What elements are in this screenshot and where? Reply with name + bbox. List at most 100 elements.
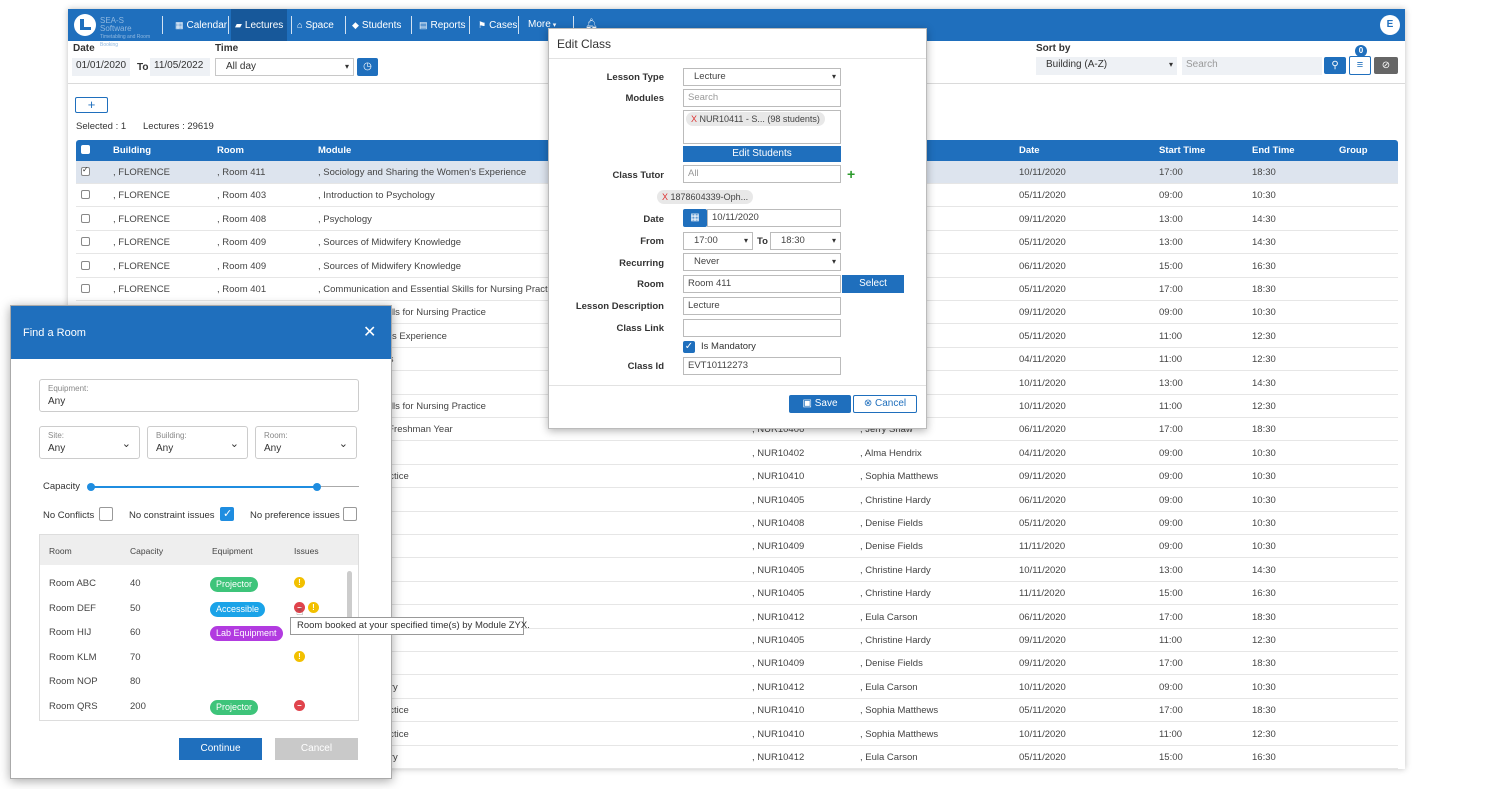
class-id-input[interactable]: EVT10112273 (683, 357, 841, 375)
cell-start-time: 11:00 (1159, 728, 1183, 740)
continue-button[interactable]: Continue (179, 738, 262, 760)
cell-date: 05/11/2020 (1019, 237, 1066, 249)
room-select[interactable]: Room: Any ⌄ (255, 426, 357, 459)
lesson-description-input[interactable]: Lecture (683, 297, 841, 315)
col-end-time[interactable]: End Time (1252, 145, 1295, 156)
recurring-select[interactable]: Never ▾ (683, 253, 841, 271)
no-constraint-checkbox[interactable] (220, 507, 234, 521)
clear-filters-button[interactable]: ⊘ (1374, 57, 1398, 74)
remove-tutor-icon[interactable]: X (662, 192, 668, 202)
capacity-min-handle[interactable] (87, 483, 95, 491)
col-building[interactable]: Building (113, 145, 151, 156)
room-name: Room ABC (49, 578, 96, 589)
search-button[interactable]: ⚲ (1324, 57, 1346, 74)
sort-select[interactable]: Building (A-Z) ▾ (1036, 57, 1177, 75)
cancel-button[interactable]: Cancel (275, 738, 358, 760)
search-input[interactable]: Search (1182, 57, 1322, 75)
cell-start-time: 17:00 (1159, 611, 1183, 623)
nav-separator (518, 16, 519, 34)
module-chip[interactable]: X NUR10411 - S... (98 students) (686, 112, 825, 126)
filter-count-badge: 0 (1355, 45, 1367, 57)
row-checkbox[interactable] (81, 237, 90, 247)
room-row[interactable]: Room QRS 200 Projector – (40, 696, 340, 718)
warning-icon[interactable]: ! (294, 577, 305, 588)
filter-button[interactable]: ≡ (1349, 56, 1371, 75)
add-tutor-icon[interactable]: + (847, 166, 855, 182)
user-avatar[interactable]: E (1380, 15, 1400, 35)
cell-end-time: 18:30 (1252, 167, 1276, 178)
class-link-input[interactable] (683, 319, 841, 337)
class-tutor-input[interactable]: All (683, 165, 841, 183)
date-input[interactable]: 10/11/2020 (707, 209, 841, 227)
col-module[interactable]: Module (318, 145, 351, 156)
warning-icon[interactable]: ! (294, 650, 305, 662)
select-all-checkbox[interactable] (81, 145, 90, 154)
cell-date: 05/11/2020 (1019, 284, 1066, 295)
col-start-time[interactable]: Start Time (1159, 145, 1205, 156)
tutor-chip[interactable]: X 1878604339-Oph... (657, 190, 754, 204)
nav-space[interactable]: ⌂ Space (297, 9, 334, 41)
date-from-input[interactable]: 01/01/2020 (72, 58, 130, 76)
clock-button[interactable]: ◷ (357, 58, 378, 76)
cell-start-time: 09:00 (1159, 681, 1183, 693)
room-row[interactable]: Room NOP 80 (40, 671, 340, 693)
room-row[interactable]: Room ABC 40 Projector! (40, 573, 340, 595)
dialog-title: Find a Room (23, 327, 86, 339)
row-checkbox[interactable] (81, 190, 90, 200)
save-button[interactable]: ▣ Save (789, 395, 851, 413)
close-icon[interactable]: ✕ (363, 322, 376, 342)
equipment-label: Equipment: (48, 384, 89, 393)
building-select[interactable]: Building: Any ⌄ (147, 426, 248, 459)
cell-start-time: 09:00 (1159, 447, 1183, 459)
cell-date: 05/11/2020 (1019, 190, 1066, 202)
lesson-type-select[interactable]: Lecture ▾ (683, 68, 841, 86)
cell-start-time: 09:00 (1159, 494, 1183, 506)
warning-icon[interactable]: ! (308, 601, 319, 613)
blocked-icon[interactable]: – (294, 699, 305, 711)
select-room-button[interactable]: Select (842, 275, 904, 293)
chevron-down-icon: ▾ (743, 236, 748, 245)
logo-icon[interactable] (74, 14, 96, 36)
remove-module-icon[interactable]: X (691, 114, 697, 124)
cancel-button[interactable]: ⊗ Cancel (853, 395, 917, 413)
nav-students[interactable]: ◆ Students (352, 9, 401, 41)
room-row[interactable]: Room KLM 70! (40, 647, 340, 669)
nav-lectures[interactable]: ▰ Lectures (231, 9, 288, 41)
to-select[interactable]: 18:30 ▾ (770, 232, 841, 250)
col-room[interactable]: Room (217, 145, 244, 156)
cell-tutor: , Sophia Matthews (860, 705, 939, 717)
room-capacity: 40 (130, 578, 141, 589)
cell-end-time: 16:30 (1252, 588, 1276, 600)
equipment-field[interactable]: Equipment: Any (39, 379, 359, 412)
calendar-button[interactable]: ▦ (683, 209, 707, 227)
row-checkbox[interactable] (81, 165, 90, 176)
col-date[interactable]: Date (1019, 145, 1040, 156)
date-to-input[interactable]: 11/05/2022 (150, 58, 210, 76)
site-select[interactable]: Site: Any ⌄ (39, 426, 140, 459)
cell-tutor: , Christine Hardy (860, 494, 931, 506)
calendar-icon: ▦ (175, 20, 184, 30)
flag-icon: ⚑ (478, 20, 487, 30)
row-checkbox[interactable] (81, 284, 90, 293)
edit-students-button[interactable]: Edit Students (683, 146, 841, 162)
room-input[interactable]: Room 411 (683, 275, 841, 293)
no-constraint-label: No constraint issues (129, 510, 215, 521)
cell-building: , FLORENCE (113, 213, 171, 225)
cell-end-time: 18:30 (1252, 658, 1276, 670)
time-select[interactable]: All day ▾ (215, 58, 354, 76)
capacity-max-handle[interactable] (313, 483, 321, 491)
cell-room: , Room 401 (217, 284, 267, 295)
nav-cases[interactable]: ⚑ Cases (478, 9, 517, 41)
nav-reports[interactable]: ▤ Reports (419, 9, 466, 41)
row-checkbox[interactable] (81, 260, 90, 270)
mandatory-checkbox[interactable]: ✓ (683, 341, 695, 353)
add-lecture-button[interactable]: + (75, 97, 108, 113)
from-select[interactable]: 17:00 ▾ (683, 232, 753, 250)
modules-search-input[interactable]: Search (683, 89, 841, 107)
no-conflicts-checkbox[interactable] (99, 507, 113, 521)
cell-end-time: 16:30 (1252, 260, 1276, 272)
row-checkbox[interactable] (81, 213, 90, 223)
no-preference-checkbox[interactable] (343, 507, 357, 521)
nav-calendar[interactable]: ▦ Calendar (172, 9, 230, 41)
col-group[interactable]: Group (1339, 145, 1368, 156)
